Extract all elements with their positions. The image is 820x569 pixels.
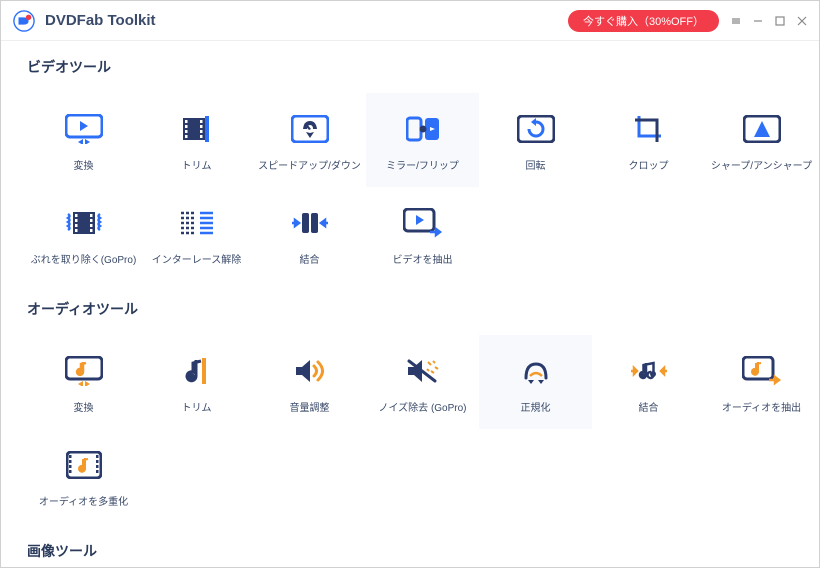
tool-deshake[interactable]: ぶれを取り除く(GoPro) (27, 187, 140, 281)
tool-label: ビデオを抽出 (393, 251, 453, 266)
tool-label: クロップ (629, 157, 669, 172)
tool-trim[interactable]: トリム (140, 93, 253, 187)
mirror-icon (406, 114, 440, 144)
tool-speed[interactable]: スピードアップ/ダウン (253, 93, 366, 187)
menu-button[interactable] (731, 16, 741, 26)
tool-label: 音量調整 (290, 399, 330, 414)
tool-deinterlace[interactable]: インターレース解除 (140, 187, 253, 281)
tool-label: シャープ/アンシャープ (711, 157, 812, 172)
tool-label: ミラー/フリップ (386, 157, 459, 172)
audio-section-title: オーディオツール (27, 299, 819, 319)
tool-crop[interactable]: クロップ (592, 93, 705, 187)
tool-multiplex[interactable]: オーディオを多重化 (27, 429, 140, 523)
multiplex-icon (66, 451, 102, 479)
merge-icon (290, 209, 330, 237)
tool-a-trim[interactable]: トリム (140, 335, 253, 429)
tool-denoise[interactable]: ノイズ除去 (GoPro) (366, 335, 479, 429)
maximize-button[interactable] (775, 16, 785, 26)
tool-label: オーディオを抽出 (722, 399, 801, 414)
tool-a-convert[interactable]: 変換 (27, 335, 140, 429)
sharpen-icon (743, 115, 781, 143)
tool-label: トリム (182, 399, 212, 414)
image-section-title: 画像ツール (27, 541, 819, 561)
audio-trim-icon (182, 356, 212, 386)
audio-merge-icon (629, 357, 669, 385)
audio-convert-icon (65, 356, 103, 386)
tool-extract-video[interactable]: ビデオを抽出 (366, 187, 479, 281)
tool-label: オーディオを多重化 (39, 493, 128, 508)
tool-extract-audio[interactable]: オーディオを抽出 (705, 335, 818, 429)
extract-video-icon (403, 208, 443, 238)
trim-icon (182, 114, 212, 144)
tool-normalize[interactable]: 正規化 (479, 335, 592, 429)
rotate-icon (517, 115, 555, 143)
tool-label: 変換 (74, 399, 94, 414)
volume-icon (293, 357, 327, 385)
video-section-title: ビデオツール (27, 57, 819, 77)
tool-mirror[interactable]: ミラー/フリップ (366, 93, 479, 187)
tool-volume[interactable]: 音量調整 (253, 335, 366, 429)
minimize-button[interactable] (753, 16, 763, 26)
audio-grid: 変換 トリム 音量調整 ノイズ除去 (GoPro) 正規化 結合 オーディオを抽… (27, 335, 819, 523)
tool-label: ぶれを取り除く(GoPro) (31, 251, 137, 266)
app-logo-icon (13, 10, 35, 32)
extract-audio-icon (742, 356, 782, 386)
tool-label: 正規化 (521, 399, 551, 414)
close-button[interactable] (797, 16, 807, 26)
crop-icon (633, 114, 665, 144)
tool-a-merge[interactable]: 結合 (592, 335, 705, 429)
deshake-icon (66, 208, 102, 238)
tool-label: 結合 (639, 399, 659, 414)
tool-rotate[interactable]: 回転 (479, 93, 592, 187)
buy-now-button[interactable]: 今すぐ購入（30%OFF） (568, 10, 719, 32)
title-bar: DVDFab Toolkit 今すぐ購入（30%OFF） (1, 1, 819, 41)
normalize-icon (520, 356, 552, 386)
tool-label: 変換 (74, 157, 94, 172)
tool-label: スピードアップ/ダウン (258, 157, 361, 172)
convert-icon (65, 114, 103, 144)
video-grid: 変換 トリム スピードアップ/ダウン ミラー/フリップ 回転 クロップ シャープ… (27, 93, 819, 281)
tool-label: 回転 (526, 157, 546, 172)
tool-merge[interactable]: 結合 (253, 187, 366, 281)
app-title: DVDFab Toolkit (45, 12, 156, 29)
tool-convert[interactable]: 変換 (27, 93, 140, 187)
tool-label: トリム (182, 157, 212, 172)
tool-sharpen[interactable]: シャープ/アンシャープ (705, 93, 818, 187)
tool-label: 結合 (300, 251, 320, 266)
speed-icon (291, 115, 329, 143)
deinterlace-icon (179, 210, 215, 236)
content-area: ビデオツール 変換 トリム スピードアップ/ダウン ミラー/フリップ 回転 クロ… (1, 41, 819, 569)
tool-label: ノイズ除去 (GoPro) (378, 399, 466, 414)
tool-label: インターレース解除 (152, 251, 242, 266)
denoise-icon (405, 357, 441, 385)
